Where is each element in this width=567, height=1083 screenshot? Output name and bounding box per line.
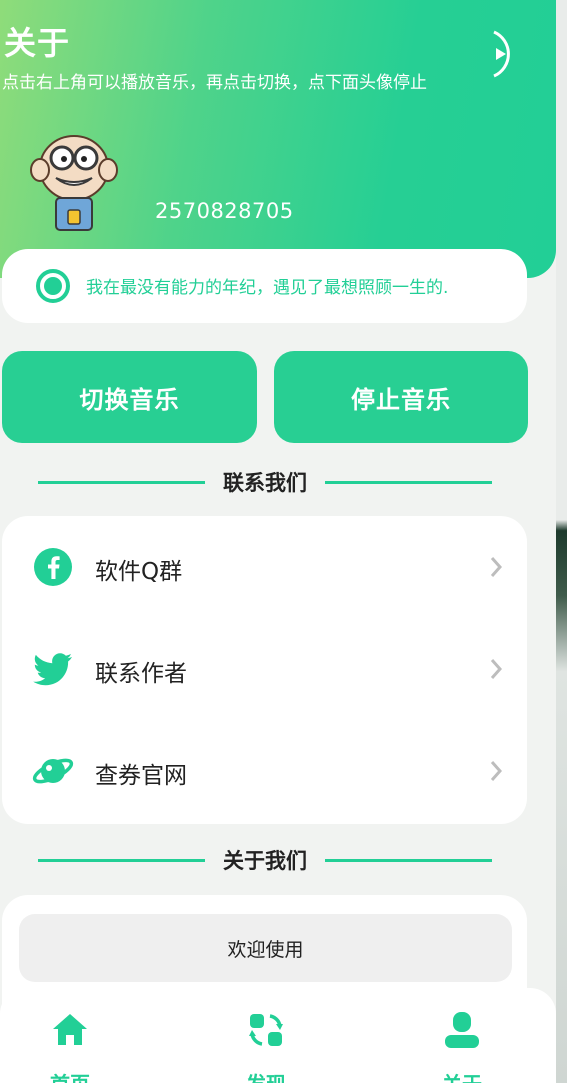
list-item-label: 联系作者: [95, 661, 187, 687]
play-music-icon[interactable]: [488, 26, 522, 82]
discover-icon: [249, 1014, 283, 1046]
facebook-icon: [34, 548, 72, 586]
bottom-tabbar: 首页 发现 关于: [0, 988, 556, 1083]
tab-label: 关于: [400, 1068, 524, 1083]
page-title: 关于: [4, 24, 71, 62]
chevron-right-icon: [490, 659, 503, 679]
about-page: 关于 点击右上角可以播放音乐，再点击切换，点下面头像停止 2570828705 …: [0, 0, 556, 1083]
list-item-qq-group[interactable]: 软件Q群: [2, 516, 527, 618]
chevron-right-icon: [490, 557, 503, 577]
tab-label: 首页: [8, 1068, 132, 1083]
switch-music-button[interactable]: 切换音乐: [2, 351, 257, 443]
header-banner: 关于 点击右上角可以播放音乐，再点击切换，点下面头像停止 2570828705: [0, 0, 556, 278]
contact-list: 软件Q群 联系作者 查券官网: [2, 516, 527, 824]
contact-section-title: 联系我们: [38, 467, 492, 497]
list-item-coupon-site[interactable]: 查券官网: [2, 720, 527, 822]
about-section-title: 关于我们: [38, 845, 492, 875]
chevron-right-icon: [490, 761, 503, 781]
section-label: 联系我们: [223, 471, 307, 495]
avatar[interactable]: [26, 128, 122, 232]
divider: [38, 858, 205, 862]
qq-number: 2570828705: [155, 199, 294, 223]
stop-music-button[interactable]: 停止音乐: [274, 351, 528, 443]
list-item-label: 软件Q群: [95, 559, 183, 585]
record-icon: [36, 269, 70, 303]
twitter-icon: [33, 653, 72, 686]
user-icon: [445, 1012, 479, 1048]
tab-about[interactable]: 关于: [400, 988, 520, 1083]
divider: [325, 858, 492, 862]
section-label: 关于我们: [223, 849, 307, 873]
welcome-text: 欢迎使用: [19, 914, 512, 982]
quote-card: 我在最没有能力的年纪，遇见了最想照顾一生的.: [2, 249, 527, 323]
divider: [325, 480, 492, 484]
divider: [38, 480, 205, 484]
planet-icon: [32, 758, 74, 784]
tab-home[interactable]: 首页: [8, 988, 128, 1083]
list-item-label: 查券官网: [95, 763, 187, 789]
quote-text: 我在最没有能力的年纪，遇见了最想照顾一生的.: [86, 278, 449, 298]
tab-discover[interactable]: 发现: [204, 988, 324, 1083]
list-item-contact-author[interactable]: 联系作者: [2, 618, 527, 720]
tab-label: 发现: [204, 1068, 328, 1083]
home-icon: [53, 1014, 87, 1045]
page-subtitle: 点击右上角可以播放音乐，再点击切换，点下面头像停止: [2, 73, 427, 93]
screen-edge: [556, 0, 567, 1083]
